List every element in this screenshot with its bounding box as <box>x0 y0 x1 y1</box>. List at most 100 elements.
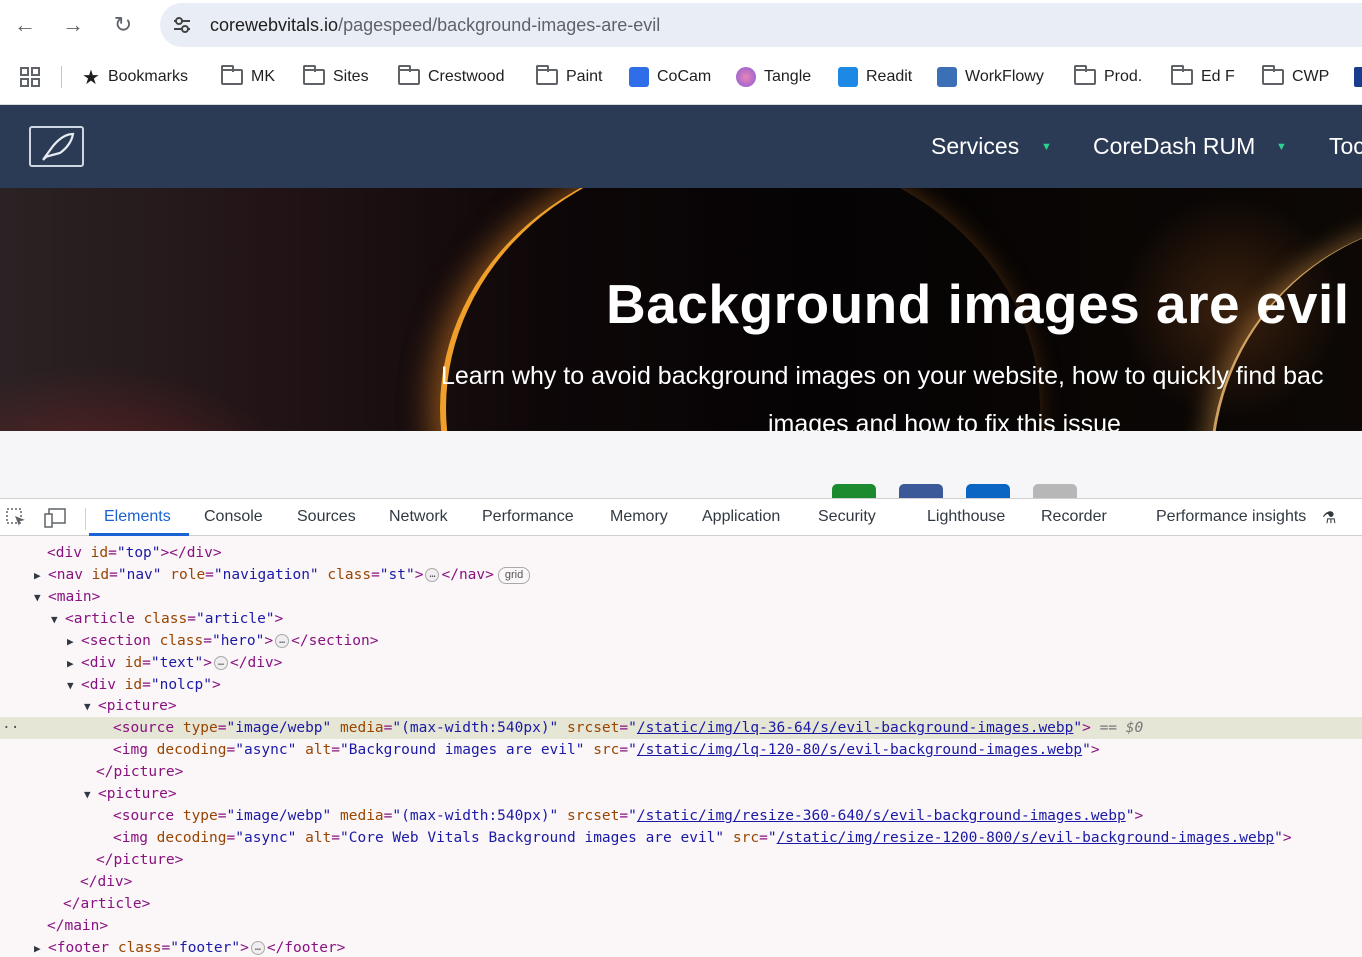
collapse-triangle-icon[interactable]: ▼ <box>84 784 98 806</box>
ellipsis-icon[interactable]: … <box>425 568 440 582</box>
apps-grid-icon[interactable] <box>19 66 41 88</box>
dom-node-selected[interactable]: ·· <source type="image/webp" media="(max-… <box>0 717 1362 739</box>
email-share-icon[interactable] <box>1033 484 1077 498</box>
dom-node[interactable]: ▶ <nav id="nav" role="navigation" class="… <box>0 564 1362 586</box>
hero-subtitle-line2: images and how to fix this issue <box>768 410 1121 431</box>
tangle-icon <box>736 67 756 87</box>
dom-node[interactable]: ▼ <picture> <box>0 695 1362 717</box>
device-toolbar-icon[interactable] <box>44 508 66 528</box>
folder-icon <box>1074 65 1096 85</box>
dom-node[interactable]: </article> <box>0 893 1362 915</box>
folder-icon <box>398 65 420 85</box>
whatsapp-share-icon[interactable] <box>832 484 876 498</box>
ellipsis-icon[interactable]: … <box>213 656 229 670</box>
more-options-icon[interactable]: ·· <box>2 717 19 739</box>
reload-icon[interactable]: ↻ <box>108 10 138 40</box>
tab-elements[interactable]: Elements <box>104 508 171 526</box>
dom-node[interactable]: <img decoding="async" alt="Background im… <box>0 739 1362 761</box>
cocam-icon <box>629 67 649 87</box>
bookmark-mk[interactable]: MK <box>221 64 275 90</box>
dom-node[interactable]: <source type="image/webp" media="(max-wi… <box>0 805 1362 827</box>
site-header: Services ▼ CoreDash RUM ▼ Toc <box>0 105 1362 188</box>
dom-node[interactable]: <img decoding="async" alt="Core Web Vita… <box>0 827 1362 849</box>
site-settings-icon[interactable] <box>170 13 194 37</box>
tab-performance-insights[interactable]: Performance insights <box>1156 508 1306 526</box>
dom-node[interactable]: </picture> <box>0 849 1362 871</box>
tab-performance[interactable]: Performance <box>482 508 574 526</box>
menu-coredash-rum[interactable]: CoreDash RUM <box>1093 133 1255 160</box>
dom-node[interactable]: <div id="top"></div> <box>0 542 1362 564</box>
caret-down-icon: ▼ <box>1041 141 1052 153</box>
bookmarks-bar: ★ Bookmarks MK Sites Crestwood Paint CoCa… <box>0 60 1362 94</box>
tab-security[interactable]: Security <box>818 508 876 526</box>
dom-node[interactable]: </div> <box>0 871 1362 893</box>
dom-node[interactable]: </picture> <box>0 761 1362 783</box>
expand-triangle-icon[interactable]: ▶ <box>34 938 48 957</box>
readit-icon <box>838 67 858 87</box>
bookmark-ed-f[interactable]: Ed F <box>1171 64 1235 90</box>
tab-sources[interactable]: Sources <box>297 508 356 526</box>
facebook-share-icon[interactable] <box>899 484 943 498</box>
hero-section: Background images are evil Learn why to … <box>0 188 1362 431</box>
ellipsis-icon[interactable]: … <box>250 941 265 955</box>
dom-node[interactable]: ▼ <main> <box>0 586 1362 608</box>
bookmark-sites[interactable]: Sites <box>303 64 369 90</box>
address-bar[interactable]: corewebvitals.io/pagespeed/background-im… <box>160 3 1362 47</box>
forward-icon[interactable]: → <box>58 10 88 40</box>
collapse-triangle-icon[interactable]: ▼ <box>67 675 81 697</box>
collapse-triangle-icon[interactable]: ▼ <box>51 609 65 631</box>
tab-console[interactable]: Console <box>204 508 263 526</box>
src-link[interactable]: /static/img/lq-120-80/s/evil-background-… <box>637 742 1082 758</box>
tab-network[interactable]: Network <box>389 508 448 526</box>
experiment-flask-icon: ⚗ <box>1322 510 1337 527</box>
bookmark-prod[interactable]: Prod. <box>1074 64 1142 90</box>
dom-node[interactable]: ▶ <div id="text">… </div> <box>0 652 1362 674</box>
devtools-tabbar: Elements Console Sources Network Perform… <box>0 498 1362 536</box>
tab-memory[interactable]: Memory <box>610 508 668 526</box>
folder-icon <box>221 65 243 85</box>
expand-triangle-icon[interactable]: ▶ <box>34 565 48 587</box>
hero-title: Background images are evil <box>606 273 1350 335</box>
dom-node[interactable]: </main> <box>0 915 1362 937</box>
menu-tools[interactable]: Toc <box>1329 133 1362 160</box>
dom-node[interactable]: ▼ <picture> <box>0 783 1362 805</box>
srcset-link[interactable]: /static/img/resize-360-640/s/evil-backgr… <box>637 808 1126 824</box>
star-icon: ★ <box>82 66 100 89</box>
content-area <box>0 431 1362 498</box>
rocket-logo-icon[interactable] <box>29 126 84 167</box>
expand-triangle-icon[interactable]: ▶ <box>67 631 81 653</box>
dom-node[interactable]: ▶ <section class="hero">… </section> <box>0 630 1362 652</box>
bookmark-paint[interactable]: Paint <box>536 64 602 90</box>
url-text: corewebvitals.io/pagespeed/background-im… <box>210 15 661 35</box>
bookmark-readit[interactable]: Readit <box>838 64 912 90</box>
dom-node[interactable]: ▶ <footer class="footer">… </footer> <box>0 937 1362 957</box>
menu-services[interactable]: Services <box>931 133 1019 160</box>
collapse-triangle-icon[interactable]: ▼ <box>34 587 48 609</box>
ellipsis-icon[interactable]: … <box>275 634 290 648</box>
bookmark-crestwood[interactable]: Crestwood <box>398 64 504 90</box>
bookmark-overflow[interactable] <box>1354 67 1362 87</box>
folder-icon <box>536 65 558 85</box>
collapse-triangle-icon[interactable]: ▼ <box>84 696 98 718</box>
elements-dom-tree: <div id="top"></div> ▶ <nav id="nav" role… <box>0 536 1362 957</box>
tab-lighthouse[interactable]: Lighthouse <box>927 508 1005 526</box>
srcset-link[interactable]: /static/img/lq-36-64/s/evil-background-i… <box>637 720 1074 736</box>
folder-icon <box>1262 65 1284 85</box>
grid-badge[interactable]: grid <box>497 566 531 584</box>
bookmark-workflowy[interactable]: WorkFlowy <box>937 64 1044 90</box>
src-link[interactable]: /static/img/resize-1200-800/s/evil-backg… <box>777 830 1275 846</box>
bookmark-cocam[interactable]: CoCam <box>629 64 711 90</box>
linkedin-share-icon[interactable] <box>966 484 1010 498</box>
tab-application[interactable]: Application <box>702 508 780 526</box>
toolbar-divider <box>85 508 86 530</box>
tab-recorder[interactable]: Recorder <box>1041 508 1107 526</box>
bookmark-cwp[interactable]: CWP <box>1262 64 1329 90</box>
back-icon[interactable]: ← <box>10 10 40 40</box>
dom-node[interactable]: ▼ <div id="nolcp"> <box>0 674 1362 696</box>
inspect-element-icon[interactable] <box>6 508 28 528</box>
folder-icon <box>303 65 325 85</box>
dom-node[interactable]: ▼ <article class="article"> <box>0 608 1362 630</box>
bookmark-tangle[interactable]: Tangle <box>736 64 811 90</box>
bookmark-bookmarks[interactable]: ★ Bookmarks <box>82 64 188 90</box>
expand-triangle-icon[interactable]: ▶ <box>67 653 81 675</box>
